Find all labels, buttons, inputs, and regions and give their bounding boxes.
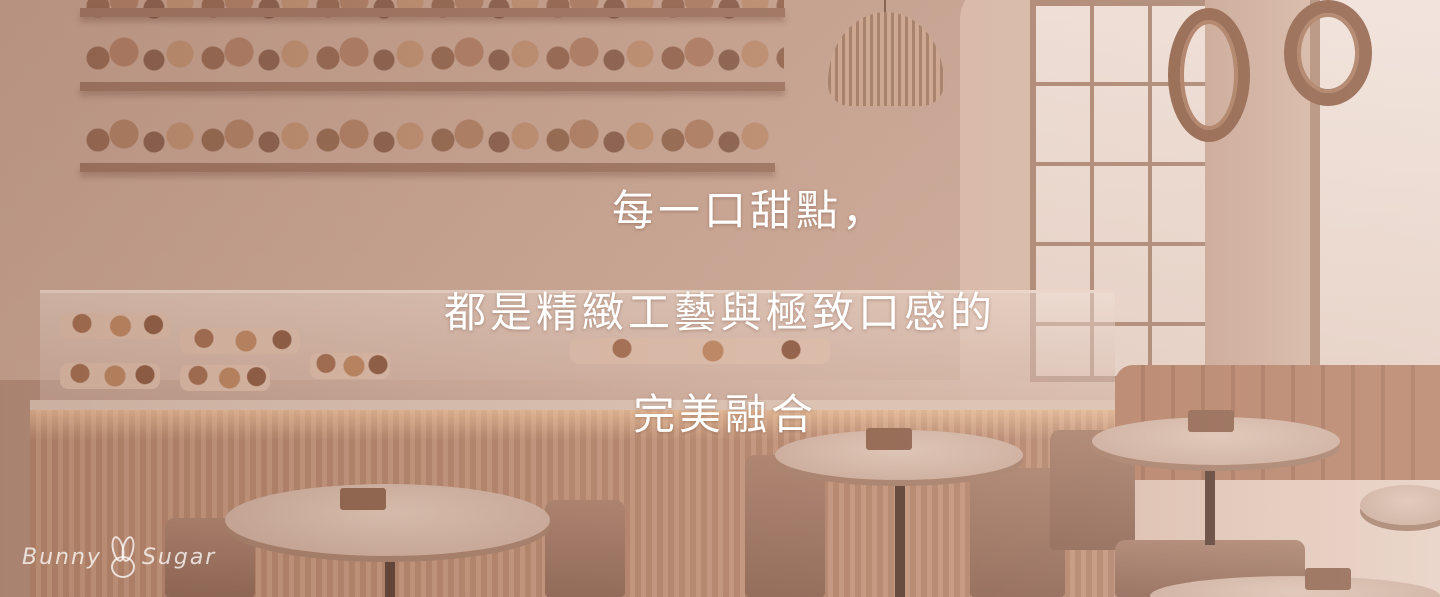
tagline-line-2: 都是精緻工藝與極致口感的: [443, 288, 996, 337]
logo-text-bunny: Bunny: [22, 544, 102, 570]
tagline-line-1: 每一口甜點，: [611, 186, 888, 235]
tagline-line-3: 完美融合: [632, 390, 817, 439]
bunny-icon: [108, 535, 137, 578]
hero-banner: 每一口甜點， 都是精緻工藝與極致口感的 完美融合 Bunny Sugar: [0, 0, 1440, 597]
brand-logo: Bunny Sugar: [22, 535, 217, 578]
logo-text-sugar: Sugar: [141, 544, 217, 570]
hero-tagline: 每一口甜點， 都是精緻工藝與極致口感的 完美融合: [0, 160, 1440, 466]
